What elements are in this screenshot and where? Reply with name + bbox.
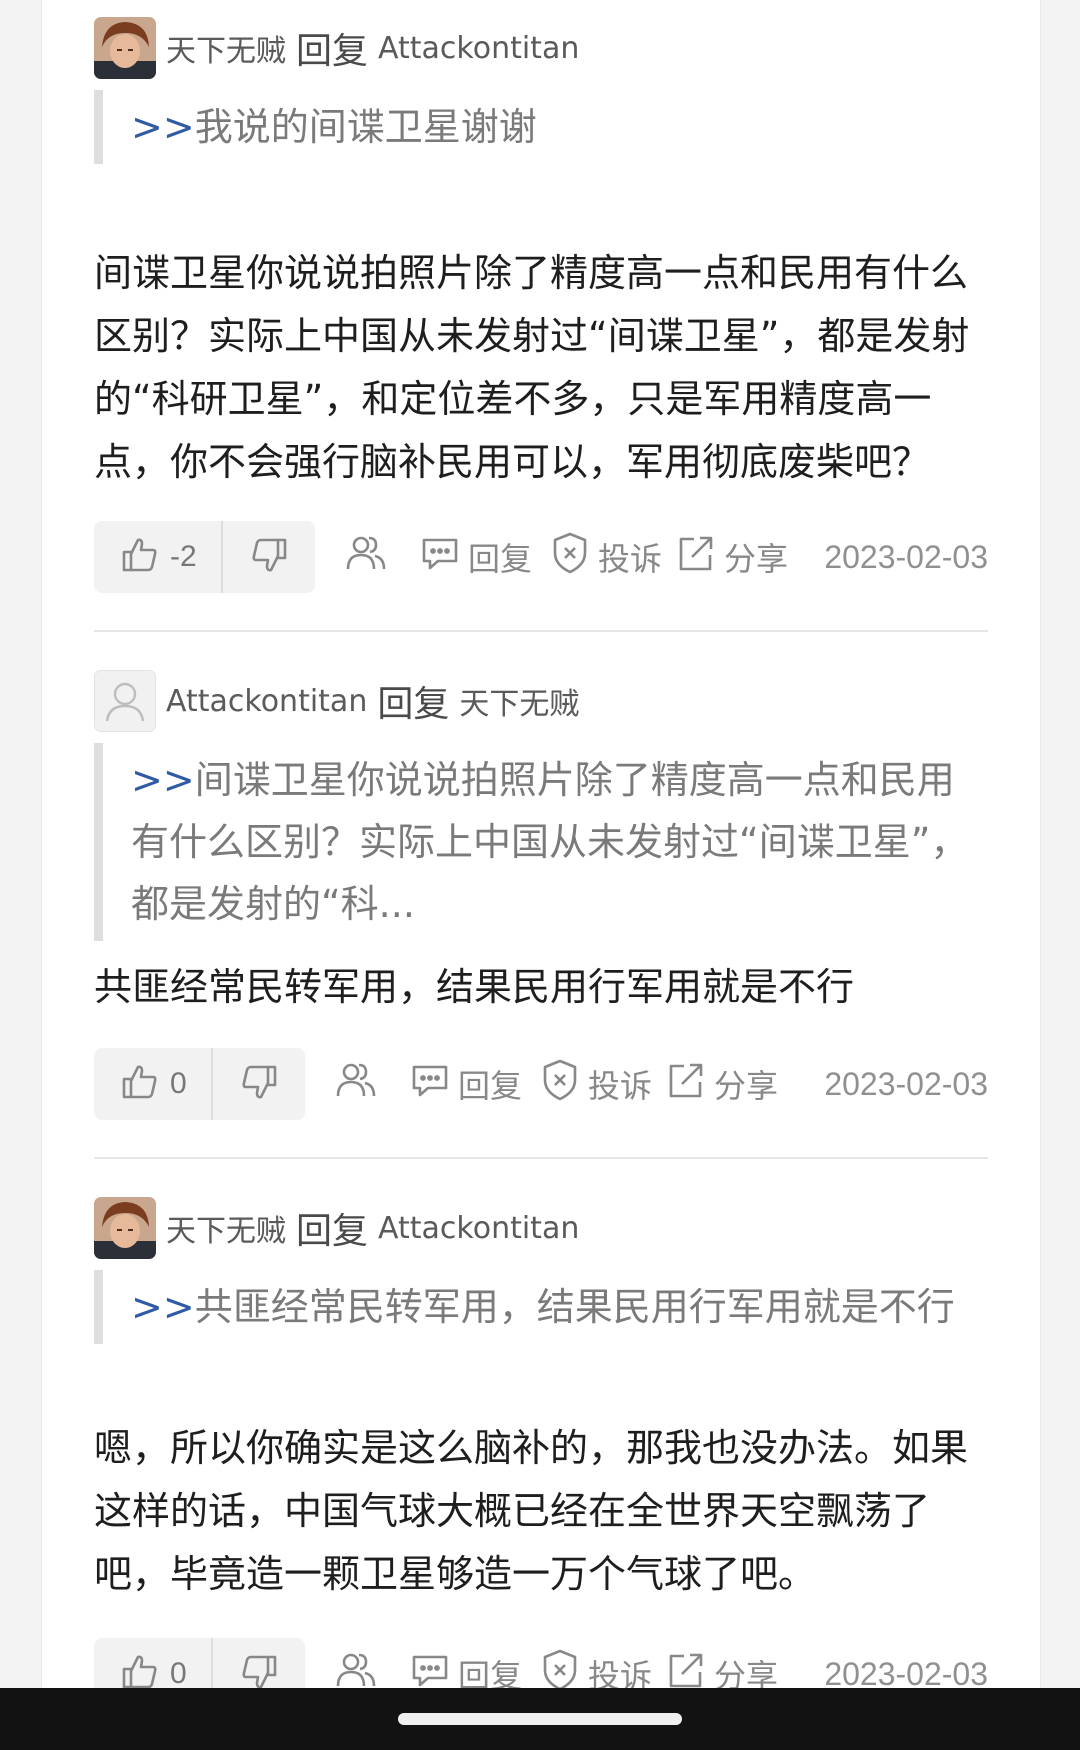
comment-header: Attackontitan 回复 天下无贼 [94, 669, 579, 733]
share-icon [676, 533, 716, 581]
vote-box: 0 [94, 1638, 305, 1688]
quote-text: 共匪经常民转军用，结果民用行军用就是不行 [194, 1285, 955, 1329]
reply-word: 回复 [296, 1211, 369, 1252]
avatar[interactable] [94, 1197, 156, 1259]
thumbs-down-icon [239, 1652, 279, 1688]
avatar[interactable] [94, 17, 156, 79]
like-button[interactable]: -2 [94, 521, 223, 593]
reply-label: 回复 [458, 1067, 523, 1105]
quoted-text: >>我说的间谍卫星谢谢 [94, 90, 988, 164]
comment-item: 天下无贼 回复 Attackontitan >>我说的间谍卫星谢谢 间谍卫星你说… [94, 16, 988, 632]
comment-list: 天下无贼 回复 Attackontitan >>我说的间谍卫星谢谢 间谍卫星你说… [41, 0, 1041, 1688]
comment-body: 共匪经常民转军用，结果民用行军用就是不行 [94, 965, 855, 1009]
like-button[interactable]: 0 [94, 1048, 213, 1120]
quote-prefix: >> [131, 1285, 195, 1329]
dislike-button[interactable] [213, 1048, 305, 1120]
reply-target-name[interactable]: Attackontitan [378, 31, 579, 66]
comment-header: 天下无贼 回复 Attackontitan [94, 1196, 579, 1260]
shield-x-icon [540, 1648, 580, 1688]
vote-box: -2 [94, 521, 315, 593]
reply-word: 回复 [377, 684, 450, 725]
reply-target-name[interactable]: Attackontitan [378, 1211, 579, 1246]
share-button[interactable]: 分享 [676, 521, 788, 593]
divider [94, 630, 988, 632]
reply-button[interactable]: 回复 [410, 1638, 522, 1688]
reply-word: 回复 [296, 31, 369, 72]
users-button[interactable] [344, 521, 388, 593]
shield-x-icon [550, 531, 590, 583]
comment-date: 2023-02-03 [824, 1065, 988, 1102]
comment-body: 嗯，所以你确实是这么脑补的，那我也没办法。如果这样的话，中国气球大概已经在全世界… [94, 1426, 969, 1596]
quote-text: 间谍卫星你说说拍照片除了精度高一点和民用有什么区别？实际上中国从未发射过“间谍卫… [131, 758, 969, 926]
comment-actions: 0 回复 投诉 分享 2023-02-03 [94, 1048, 988, 1120]
dislike-button[interactable] [223, 521, 315, 593]
vote-count: 0 [170, 1067, 187, 1100]
chat-bubble-icon [410, 1650, 450, 1688]
users-button[interactable] [334, 1638, 378, 1688]
shield-x-icon [540, 1058, 580, 1110]
share-label: 分享 [714, 1067, 779, 1105]
vote-count: -2 [170, 540, 197, 573]
thumbs-up-icon [120, 1062, 160, 1106]
thumbs-down-icon [249, 535, 289, 579]
vote-box: 0 [94, 1048, 305, 1120]
share-button[interactable]: 分享 [666, 1638, 778, 1688]
comment-actions: 0 回复 投诉 分享 2023-02-03 [94, 1638, 988, 1688]
avatar[interactable] [94, 670, 156, 732]
thumbs-up-icon [120, 1652, 160, 1688]
author-name[interactable]: 天下无贼 [166, 1206, 286, 1250]
comment-header: 天下无贼 回复 Attackontitan [94, 16, 579, 80]
dislike-button[interactable] [213, 1638, 305, 1688]
reply-label: 回复 [458, 1657, 523, 1688]
share-icon [666, 1650, 706, 1688]
share-button[interactable]: 分享 [666, 1048, 778, 1120]
thumbs-down-icon [239, 1062, 279, 1106]
divider [94, 1157, 988, 1159]
comment-date: 2023-02-03 [824, 538, 988, 575]
reply-button[interactable]: 回复 [410, 1048, 522, 1120]
quoted-text: >>间谍卫星你说说拍照片除了精度高一点和民用有什么区别？实际上中国从未发射过“间… [94, 743, 988, 941]
quote-prefix: >> [131, 105, 195, 149]
users-icon [344, 531, 388, 583]
author-name[interactable]: Attackontitan [166, 684, 367, 719]
reply-target-name[interactable]: 天下无贼 [459, 679, 579, 723]
chat-bubble-icon [410, 1060, 450, 1108]
home-gesture-handle[interactable] [398, 1713, 682, 1725]
comment-body: 间谍卫星你说说拍照片除了精度高一点和民用有什么区别？实际上中国从未发射过“间谍卫… [94, 251, 970, 484]
users-icon [334, 1648, 378, 1688]
report-button[interactable]: 投诉 [540, 1638, 652, 1688]
author-name[interactable]: 天下无贼 [166, 26, 286, 70]
report-label: 投诉 [588, 1657, 653, 1688]
comment-date: 2023-02-03 [824, 1655, 988, 1689]
users-icon [334, 1058, 378, 1110]
chat-bubble-icon [420, 533, 460, 581]
like-button[interactable]: 0 [94, 1638, 213, 1688]
quote-prefix: >> [131, 758, 195, 802]
quote-text: 我说的间谍卫星谢谢 [194, 105, 537, 149]
reply-button[interactable]: 回复 [420, 521, 532, 593]
report-button[interactable]: 投诉 [550, 521, 662, 593]
report-button[interactable]: 投诉 [540, 1048, 652, 1120]
quoted-text: >>共匪经常民转军用，结果民用行军用就是不行 [94, 1270, 988, 1344]
thumbs-up-icon [120, 535, 160, 579]
share-label: 分享 [714, 1657, 779, 1688]
users-button[interactable] [334, 1048, 378, 1120]
report-label: 投诉 [598, 540, 663, 578]
reply-label: 回复 [468, 540, 533, 578]
share-icon [666, 1060, 706, 1108]
comment-item: 天下无贼 回复 Attackontitan >>共匪经常民转军用，结果民用行军用… [94, 1196, 988, 1688]
comment-item: Attackontitan 回复 天下无贼 >>间谍卫星你说说拍照片除了精度高一… [94, 669, 988, 1161]
vote-count: 0 [170, 1657, 187, 1688]
comment-actions: -2 回复 投诉 分享 2023-02-03 [94, 521, 988, 593]
system-navigation-bar [0, 1688, 1080, 1750]
report-label: 投诉 [588, 1067, 653, 1105]
share-label: 分享 [724, 540, 789, 578]
